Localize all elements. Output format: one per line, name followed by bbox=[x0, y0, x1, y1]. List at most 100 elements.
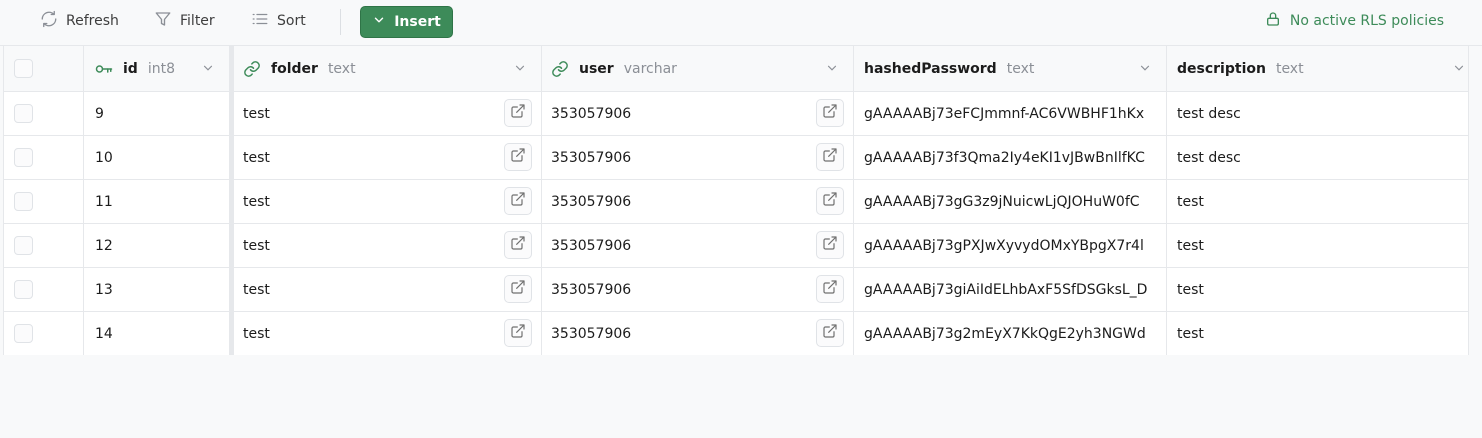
open-reference-button[interactable] bbox=[504, 231, 532, 259]
id-cell[interactable]: 9 bbox=[84, 92, 230, 135]
select-all-cell bbox=[4, 46, 84, 91]
table-row[interactable]: 11 test 353057906 gAAAAABj73gG3z9jNuicwL… bbox=[4, 180, 1468, 224]
id-value: 9 bbox=[95, 105, 104, 122]
user-value: 353057906 bbox=[551, 193, 632, 210]
description-cell[interactable]: test bbox=[1167, 224, 1468, 267]
hashedpassword-value: gAAAAABj73giAiIdELhbAxF5SfDSGksL_D bbox=[864, 281, 1148, 298]
user-cell[interactable]: 353057906 bbox=[542, 136, 854, 179]
folder-cell[interactable]: test bbox=[230, 180, 542, 223]
description-cell[interactable]: test bbox=[1167, 312, 1468, 355]
hashedpassword-value: gAAAAABj73gG3z9jNuicwLjQJOHuW0fC bbox=[864, 193, 1140, 210]
open-reference-button[interactable] bbox=[816, 319, 844, 347]
table-row[interactable]: 13 test 353057906 gAAAAABj73giAiIdELhbAx… bbox=[4, 268, 1468, 312]
folder-value: test bbox=[243, 237, 270, 254]
open-reference-button[interactable] bbox=[816, 187, 844, 215]
chevron-down-icon[interactable] bbox=[201, 61, 215, 75]
column-name: description bbox=[1177, 60, 1266, 77]
open-reference-button[interactable] bbox=[504, 143, 532, 171]
id-value: 11 bbox=[95, 193, 113, 210]
lock-icon bbox=[1265, 11, 1281, 31]
folder-cell[interactable]: test bbox=[230, 224, 542, 267]
table-row[interactable]: 12 test 353057906 gAAAAABj73gPXJwXyvydOM… bbox=[4, 224, 1468, 268]
user-cell[interactable]: 353057906 bbox=[542, 224, 854, 267]
row-checkbox[interactable] bbox=[14, 280, 33, 299]
folder-cell[interactable]: test bbox=[230, 312, 542, 355]
user-cell[interactable]: 353057906 bbox=[542, 268, 854, 311]
user-value: 353057906 bbox=[551, 281, 632, 298]
external-link-icon bbox=[822, 103, 838, 123]
column-type: varchar bbox=[623, 60, 677, 77]
row-checkbox[interactable] bbox=[14, 236, 33, 255]
id-cell[interactable]: 14 bbox=[84, 312, 230, 355]
chevron-down-icon[interactable] bbox=[1138, 61, 1152, 75]
rls-policies-link[interactable]: No active RLS policies bbox=[1265, 0, 1444, 42]
user-cell[interactable]: 353057906 bbox=[542, 312, 854, 355]
sort-button[interactable]: Sort bbox=[251, 0, 306, 42]
row-checkbox[interactable] bbox=[14, 104, 33, 123]
hashedpassword-cell[interactable]: gAAAAABj73g2mEyX7KkQgE2yh3NGWd bbox=[854, 312, 1167, 355]
rls-label: No active RLS policies bbox=[1289, 13, 1444, 29]
sort-label: Sort bbox=[277, 13, 306, 29]
hashedpassword-cell[interactable]: gAAAAABj73gG3z9jNuicwLjQJOHuW0fC bbox=[854, 180, 1167, 223]
toolbar-divider bbox=[340, 9, 341, 35]
column-header-id[interactable]: id int8 bbox=[84, 46, 230, 91]
folder-cell[interactable]: test bbox=[230, 136, 542, 179]
row-select-cell bbox=[4, 268, 84, 311]
description-value: test bbox=[1177, 237, 1204, 254]
open-reference-button[interactable] bbox=[816, 143, 844, 171]
id-cell[interactable]: 12 bbox=[84, 224, 230, 267]
external-link-icon bbox=[510, 235, 526, 255]
insert-button[interactable]: Insert bbox=[360, 6, 453, 38]
open-reference-button[interactable] bbox=[816, 231, 844, 259]
column-name: folder bbox=[271, 60, 318, 77]
table-row[interactable]: 10 test 353057906 gAAAAABj73f3Qma2Iy4eKI… bbox=[4, 136, 1468, 180]
hashedpassword-cell[interactable]: gAAAAABj73gPXJwXyvydOMxYBpgX7r4l bbox=[854, 224, 1167, 267]
id-cell[interactable]: 13 bbox=[84, 268, 230, 311]
user-value: 353057906 bbox=[551, 237, 632, 254]
filter-button[interactable]: Filter bbox=[154, 0, 215, 42]
column-header-folder[interactable]: folder text bbox=[230, 46, 542, 91]
hashedpassword-value: gAAAAABj73g2mEyX7KkQgE2yh3NGWd bbox=[864, 325, 1146, 342]
column-header-user[interactable]: user varchar bbox=[542, 46, 854, 91]
refresh-button[interactable]: Refresh bbox=[40, 0, 119, 42]
select-all-checkbox[interactable] bbox=[14, 59, 33, 78]
column-type: text bbox=[327, 60, 356, 77]
row-checkbox[interactable] bbox=[14, 324, 33, 343]
chevron-down-icon[interactable] bbox=[513, 61, 527, 75]
open-reference-button[interactable] bbox=[816, 275, 844, 303]
external-link-icon bbox=[822, 323, 838, 343]
folder-cell[interactable]: test bbox=[230, 92, 542, 135]
row-checkbox[interactable] bbox=[14, 192, 33, 211]
table-row[interactable]: 9 test 353057906 gAAAAABj73eFCJmmnf-AC6V… bbox=[4, 92, 1468, 136]
id-cell[interactable]: 11 bbox=[84, 180, 230, 223]
link-icon bbox=[243, 60, 263, 77]
description-cell[interactable]: test bbox=[1167, 180, 1468, 223]
description-value: test bbox=[1177, 193, 1204, 210]
open-reference-button[interactable] bbox=[504, 275, 532, 303]
open-reference-button[interactable] bbox=[816, 99, 844, 127]
row-select-cell bbox=[4, 224, 84, 267]
hashedpassword-cell[interactable]: gAAAAABj73f3Qma2Iy4eKI1vJBwBnIlfKC bbox=[854, 136, 1167, 179]
row-select-cell bbox=[4, 92, 84, 135]
user-cell[interactable]: 353057906 bbox=[542, 92, 854, 135]
folder-cell[interactable]: test bbox=[230, 268, 542, 311]
column-header-hashedpassword[interactable]: hashedPassword text bbox=[854, 46, 1167, 91]
open-reference-button[interactable] bbox=[504, 187, 532, 215]
user-cell[interactable]: 353057906 bbox=[542, 180, 854, 223]
open-reference-button[interactable] bbox=[504, 99, 532, 127]
description-cell[interactable]: test bbox=[1167, 268, 1468, 311]
description-cell[interactable]: test desc bbox=[1167, 92, 1468, 135]
hashedpassword-cell[interactable]: gAAAAABj73eFCJmmnf-AC6VWBHF1hKx bbox=[854, 92, 1167, 135]
folder-value: test bbox=[243, 281, 270, 298]
description-cell[interactable]: test desc bbox=[1167, 136, 1468, 179]
chevron-down-icon[interactable] bbox=[1452, 61, 1466, 75]
column-header-description[interactable]: description text bbox=[1167, 46, 1468, 91]
row-checkbox[interactable] bbox=[14, 148, 33, 167]
id-cell[interactable]: 10 bbox=[84, 136, 230, 179]
chevron-down-icon[interactable] bbox=[825, 61, 839, 75]
row-select-cell bbox=[4, 180, 84, 223]
open-reference-button[interactable] bbox=[504, 319, 532, 347]
hashedpassword-cell[interactable]: gAAAAABj73giAiIdELhbAxF5SfDSGksL_D bbox=[854, 268, 1167, 311]
table-row[interactable]: 14 test 353057906 gAAAAABj73g2mEyX7KkQgE… bbox=[4, 312, 1468, 355]
refresh-icon bbox=[40, 10, 58, 32]
